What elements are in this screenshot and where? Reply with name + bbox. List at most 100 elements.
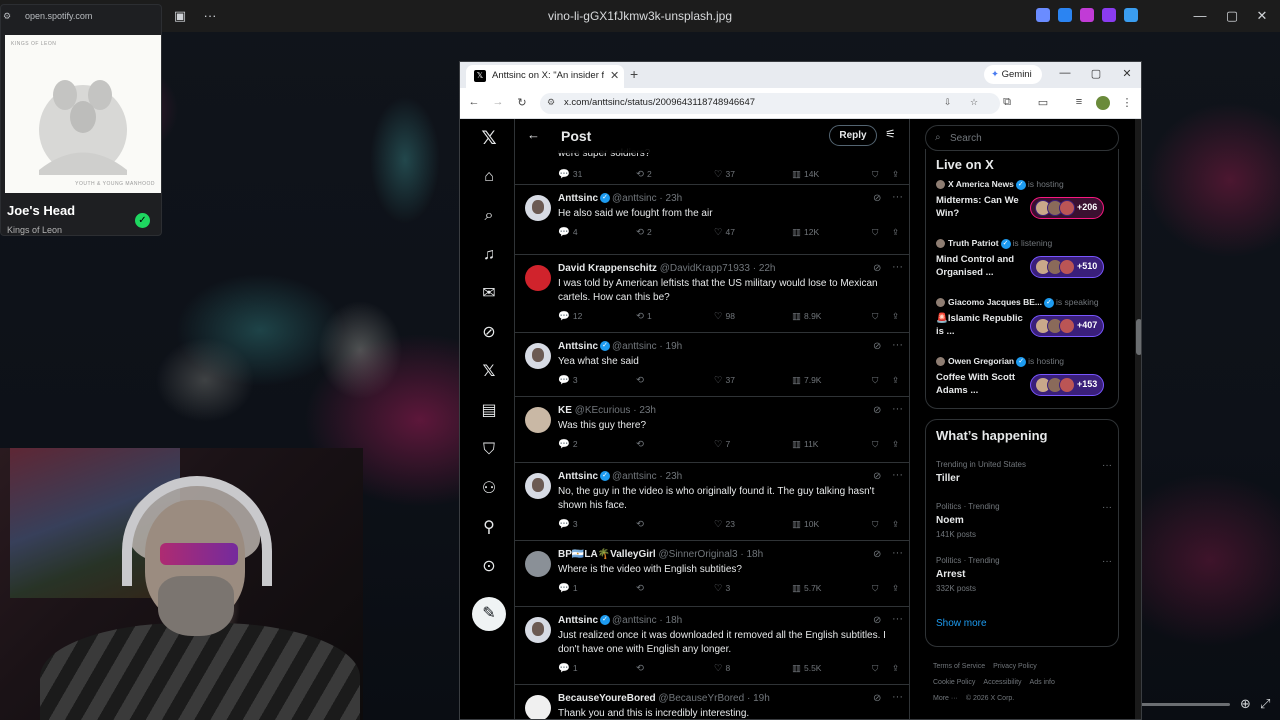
- browser-maximize-icon[interactable]: ▢: [1089, 67, 1103, 80]
- avatar[interactable]: [525, 195, 551, 221]
- reply-item[interactable]: KE @KEcurious · 23h ⊘ ··· Was this guy ther…: [515, 397, 909, 463]
- reply-count[interactable]: 💬 1: [558, 663, 578, 674]
- back-icon[interactable]: ←: [467, 96, 481, 108]
- saved-check-icon[interactable]: ✓: [135, 213, 150, 228]
- author-name[interactable]: Anttsinc: [558, 193, 598, 204]
- reply-count[interactable]: 💬 4: [558, 227, 578, 238]
- trend-item[interactable]: Politics · Trending Arrest 332K posts ···: [936, 556, 1112, 593]
- cloud-icon[interactable]: [1124, 8, 1138, 22]
- view-count[interactable]: ▥ 10K: [792, 519, 819, 530]
- grok-explain-icon[interactable]: ⊘: [873, 263, 881, 274]
- grok-explain-icon[interactable]: ⊘: [873, 549, 881, 560]
- share-icon[interactable]: ⇪: [892, 519, 899, 530]
- author-name[interactable]: KE: [558, 405, 572, 416]
- author-handle[interactable]: @KEcurious: [575, 405, 631, 416]
- view-count[interactable]: ▥ 12K: [792, 227, 819, 238]
- post-time[interactable]: 19h: [753, 693, 770, 704]
- trend-more-icon[interactable]: ···: [1102, 502, 1112, 513]
- repost-count[interactable]: ⟲: [636, 375, 647, 386]
- notifications-bell-icon[interactable]: ♫: [477, 243, 501, 267]
- live-topic[interactable]: 🚨Islamic Republic is ...: [936, 313, 1028, 338]
- reload-icon[interactable]: ↻: [515, 96, 529, 109]
- author-handle[interactable]: @BecauseYrBored: [658, 693, 744, 704]
- post-time[interactable]: 19h: [666, 341, 683, 352]
- spotify-mini-player[interactable]: ⚙ open.spotify.com KINGS OF LEON YOUTH &…: [0, 4, 162, 236]
- repost-count[interactable]: ⟲ 2: [636, 169, 652, 180]
- grok-explain-icon[interactable]: ⊘: [873, 341, 881, 352]
- like-count[interactable]: ♡ 37: [714, 169, 735, 180]
- view-count[interactable]: ▥ 8.9K: [792, 311, 821, 322]
- fullscreen-icon[interactable]: ⤢: [1260, 696, 1270, 712]
- lists-icon[interactable]: ▤: [477, 399, 501, 423]
- author-handle[interactable]: @anttsinc: [612, 193, 657, 204]
- grok-icon[interactable]: ⊘: [477, 321, 501, 345]
- like-count[interactable]: ♡ 23: [714, 519, 735, 530]
- footer-ads-link[interactable]: Ads info: [1030, 679, 1055, 686]
- more-options-icon[interactable]: ···: [892, 691, 903, 703]
- share-icon[interactable]: ⇪: [892, 169, 899, 180]
- grok-explain-icon[interactable]: ⊘: [873, 193, 881, 204]
- listeners-pill[interactable]: +206: [1030, 197, 1105, 219]
- browser-minimize-icon[interactable]: —: [1058, 67, 1072, 79]
- view-count[interactable]: ▥ 5.7K: [792, 583, 821, 594]
- bookmark-icon[interactable]: ⛉: [872, 663, 878, 674]
- footer-accessibility-link[interactable]: Accessibility: [983, 679, 1021, 686]
- bookmark-icon[interactable]: ⛉: [872, 439, 878, 450]
- author-name[interactable]: BecauseYoureBored: [558, 693, 656, 704]
- more-options-icon[interactable]: ···: [892, 339, 903, 351]
- author-name[interactable]: Anttsinc: [558, 471, 598, 482]
- scrollbar-thumb[interactable]: [1136, 319, 1141, 355]
- bookmark-icon[interactable]: ⛉: [872, 311, 878, 322]
- listeners-pill[interactable]: +407: [1030, 315, 1105, 337]
- avatar[interactable]: [525, 695, 551, 719]
- reply-item[interactable]: Anttsinc ✓ @anttsinc · 23h ⊘ ··· No, the guy …: [515, 463, 909, 541]
- communities-icon[interactable]: ⚇: [477, 477, 501, 501]
- bookmarks-icon[interactable]: ⛉: [477, 438, 501, 462]
- share-icon[interactable]: ⇪: [892, 227, 899, 238]
- reply-count[interactable]: 💬 3: [558, 519, 578, 530]
- reply-count[interactable]: 💬 12: [558, 311, 582, 322]
- repost-count[interactable]: ⟲: [636, 519, 647, 530]
- live-topic[interactable]: Coffee With Scott Adams ...: [936, 372, 1028, 397]
- post-time[interactable]: 22h: [759, 263, 776, 274]
- back-arrow-icon[interactable]: ←: [527, 127, 540, 142]
- minimize-icon[interactable]: —: [1190, 6, 1210, 26]
- x-logo-icon[interactable]: 𝕏: [477, 127, 501, 151]
- share-icon[interactable]: ⇪: [892, 375, 899, 386]
- post-time[interactable]: 18h: [746, 549, 763, 560]
- footer-more-link[interactable]: More ···: [933, 695, 958, 702]
- live-space-item[interactable]: X America News ✓ is hosting Midterms: Can W…: [936, 179, 1116, 235]
- premium-x-icon[interactable]: 𝕏: [477, 360, 501, 384]
- reply-item[interactable]: BecauseYoureBored @BecauseYrBored · 19h ⊘…: [515, 685, 909, 719]
- post-time[interactable]: 18h: [666, 615, 683, 626]
- media-controls-icon[interactable]: ≡: [1072, 96, 1086, 108]
- author-name[interactable]: Anttsinc: [558, 615, 598, 626]
- footer-terms-link[interactable]: Terms of Service: [933, 663, 985, 670]
- view-count[interactable]: ▥ 5.5K: [792, 663, 821, 674]
- live-topic[interactable]: Mind Control and Organised ...: [936, 254, 1028, 279]
- more-options-icon[interactable]: ···: [892, 547, 903, 559]
- home-icon[interactable]: ⌂: [477, 165, 501, 189]
- grok-explain-icon[interactable]: ⊘: [873, 471, 881, 482]
- like-count[interactable]: ♡ 7: [714, 439, 730, 450]
- reply-count[interactable]: 💬 1: [558, 583, 578, 594]
- avatar[interactable]: [525, 343, 551, 369]
- view-count[interactable]: ▥ 7.9K: [792, 375, 821, 386]
- tab-close-icon[interactable]: ✕: [610, 69, 619, 82]
- like-count[interactable]: ♡ 98: [714, 311, 735, 322]
- repost-count[interactable]: ⟲: [636, 663, 647, 674]
- host-name[interactable]: X America News: [948, 179, 1014, 189]
- maximize-icon[interactable]: ▢: [1222, 6, 1242, 26]
- view-count[interactable]: ▥ 14K: [792, 169, 819, 180]
- filter-tune-icon[interactable]: ⚟: [885, 127, 896, 141]
- live-space-item[interactable]: Giacomo Jacques BE... ✓ is speaking 🚨Islami…: [936, 297, 1116, 353]
- listeners-pill[interactable]: +510: [1030, 256, 1105, 278]
- post-time[interactable]: 23h: [666, 471, 683, 482]
- avatar[interactable]: [525, 407, 551, 433]
- author-handle[interactable]: @anttsinc: [612, 471, 657, 482]
- show-more-link[interactable]: Show more: [936, 618, 987, 629]
- share-icon[interactable]: ⇪: [892, 439, 899, 450]
- bookmark-star-icon[interactable]: ☆: [970, 97, 978, 108]
- track-artist[interactable]: Kings of Leon: [7, 225, 62, 235]
- profile-avatar[interactable]: [1096, 96, 1110, 110]
